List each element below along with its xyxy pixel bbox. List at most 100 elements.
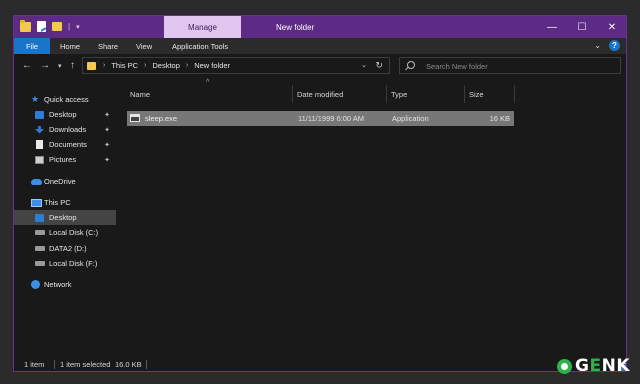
status-bar: 1 item 1 item selected 16.0 KB (14, 356, 626, 371)
recent-locations-icon[interactable]: ▾ (58, 62, 62, 70)
search-placeholder: Search New folder (426, 62, 488, 71)
quick-access-toolbar: | ▾ (20, 19, 80, 32)
sidebar-item-this-pc[interactable]: This PC (14, 195, 116, 210)
up-arrow-icon[interactable]: ↑ (70, 60, 75, 71)
tab-file[interactable]: File (14, 38, 50, 54)
application-icon (130, 114, 140, 122)
address-bar[interactable]: › This PC › Desktop › New folder ⌄ ↻ (82, 57, 390, 74)
breadcrumb-this-pc[interactable]: This PC (111, 61, 138, 70)
status-selected: 1 item selected (60, 360, 111, 369)
column-divider[interactable] (464, 85, 465, 103)
sidebar-item-downloads[interactable]: Downloads ✦ (14, 122, 116, 137)
sidebar-item-onedrive[interactable]: OneDrive (14, 174, 116, 189)
sidebar-item-local-disk-f[interactable]: Local Disk (F:) (14, 256, 116, 271)
chevron-right-icon[interactable]: › (144, 62, 146, 69)
sidebar-item-label: Local Disk (C:) (49, 228, 99, 237)
column-divider[interactable] (514, 85, 515, 103)
file-name: sleep.exe (145, 114, 178, 123)
desktop-icon (35, 213, 44, 222)
tab-view[interactable]: View (136, 38, 152, 54)
genk-logo-icon (557, 358, 572, 374)
close-button[interactable]: ✕ (597, 16, 626, 38)
pin-icon: ✦ (104, 126, 110, 134)
ribbon-controls: ⌄ ? (594, 40, 620, 51)
folder-icon (87, 62, 96, 70)
navigation-pane: ★ Quick access Desktop ✦ Downloads ✦ Doc… (14, 82, 116, 352)
chevron-right-icon[interactable]: › (103, 62, 105, 69)
title-bar: | ▾ Manage New folder — ☐ ✕ (14, 16, 626, 38)
sidebar-item-quick-access[interactable]: ★ Quick access (14, 92, 116, 107)
sidebar-item-label: Network (44, 280, 72, 289)
cloud-icon (31, 178, 42, 185)
network-icon (31, 280, 40, 289)
pin-icon: ✦ (104, 141, 110, 149)
sidebar-item-pictures[interactable]: Pictures ✦ (14, 152, 116, 167)
sidebar-item-label: DATA2 (D:) (49, 244, 87, 253)
document-icon (36, 140, 43, 149)
sidebar-item-label: Documents (49, 140, 87, 149)
sidebar-item-desktop-pinned[interactable]: Desktop ✦ (14, 107, 116, 122)
column-divider[interactable] (292, 85, 293, 103)
drive-icon (35, 230, 45, 235)
file-size: 16 KB (489, 114, 510, 123)
breadcrumb: › This PC › Desktop › New folder (103, 61, 230, 70)
customize-toolbar-icon[interactable]: ▾ (76, 23, 80, 31)
drive-icon (35, 261, 45, 266)
search-input[interactable]: Search New folder (399, 57, 621, 74)
sort-ascending-icon: ^ (206, 79, 210, 86)
status-divider (146, 360, 147, 369)
sidebar-item-label: OneDrive (44, 177, 76, 186)
sidebar-item-data2-d[interactable]: DATA2 (D:) (14, 241, 116, 256)
tab-home[interactable]: Home (60, 38, 80, 54)
expand-ribbon-icon[interactable]: ⌄ (594, 41, 601, 50)
table-row[interactable]: sleep.exe 11/11/1999 6:00 AM Application… (127, 111, 514, 126)
sidebar-item-label: This PC (44, 198, 71, 207)
watermark-g: G (575, 356, 590, 376)
column-header-type[interactable]: Type (391, 87, 407, 101)
window-title: New folder (276, 23, 315, 32)
sidebar-item-documents[interactable]: Documents ✦ (14, 137, 116, 152)
properties-icon[interactable] (37, 21, 46, 32)
maximize-button[interactable]: ☐ (567, 16, 597, 38)
address-dropdown-icon[interactable]: ⌄ (361, 61, 367, 69)
download-icon (35, 125, 44, 134)
computer-icon (31, 198, 42, 207)
new-folder-icon[interactable] (52, 22, 62, 31)
explorer-window: | ▾ Manage New folder — ☐ ✕ File Home Sh… (13, 15, 627, 372)
refresh-icon[interactable]: ↻ (375, 60, 383, 71)
pin-icon: ✦ (104, 111, 110, 119)
column-header-name[interactable]: Name (130, 87, 150, 101)
sidebar-item-network[interactable]: Network (14, 277, 116, 292)
genk-watermark: GENK (557, 356, 630, 376)
tab-manage[interactable]: Manage (164, 16, 241, 38)
toolbar-separator: | (68, 22, 71, 31)
column-header-date-modified[interactable]: Date modified (297, 87, 343, 101)
chevron-right-icon[interactable]: › (186, 62, 188, 69)
tab-application-tools[interactable]: Application Tools (172, 38, 228, 54)
status-size: 16.0 KB (115, 360, 142, 369)
pin-icon: ✦ (104, 156, 110, 164)
sidebar-item-label: Pictures (49, 155, 77, 164)
status-item-count: 1 item (24, 360, 45, 369)
star-icon: ★ (31, 94, 40, 104)
forward-arrow-icon[interactable]: → (40, 60, 50, 71)
sidebar-item-local-disk-c[interactable]: Local Disk (C:) (14, 225, 116, 240)
sidebar-item-desktop[interactable]: Desktop (14, 210, 116, 225)
back-arrow-icon[interactable]: ← (22, 60, 32, 71)
column-header-size[interactable]: Size (469, 87, 484, 101)
folder-icon[interactable] (20, 19, 31, 32)
tab-share[interactable]: Share (98, 38, 118, 54)
sidebar-item-label: Desktop (49, 110, 77, 119)
breadcrumb-desktop[interactable]: Desktop (152, 61, 180, 70)
column-divider[interactable] (386, 85, 387, 103)
sidebar-item-label: Local Disk (F:) (49, 259, 98, 268)
sidebar-item-label: Desktop (49, 213, 77, 222)
breadcrumb-new-folder[interactable]: New folder (194, 61, 230, 70)
drive-icon (35, 246, 45, 251)
sidebar-item-label: Quick access (44, 95, 89, 104)
file-type: Application (392, 114, 429, 123)
watermark-text: GENK (575, 356, 630, 376)
help-icon[interactable]: ? (609, 40, 620, 51)
minimize-button[interactable]: — (537, 16, 567, 38)
status-divider (54, 360, 55, 369)
